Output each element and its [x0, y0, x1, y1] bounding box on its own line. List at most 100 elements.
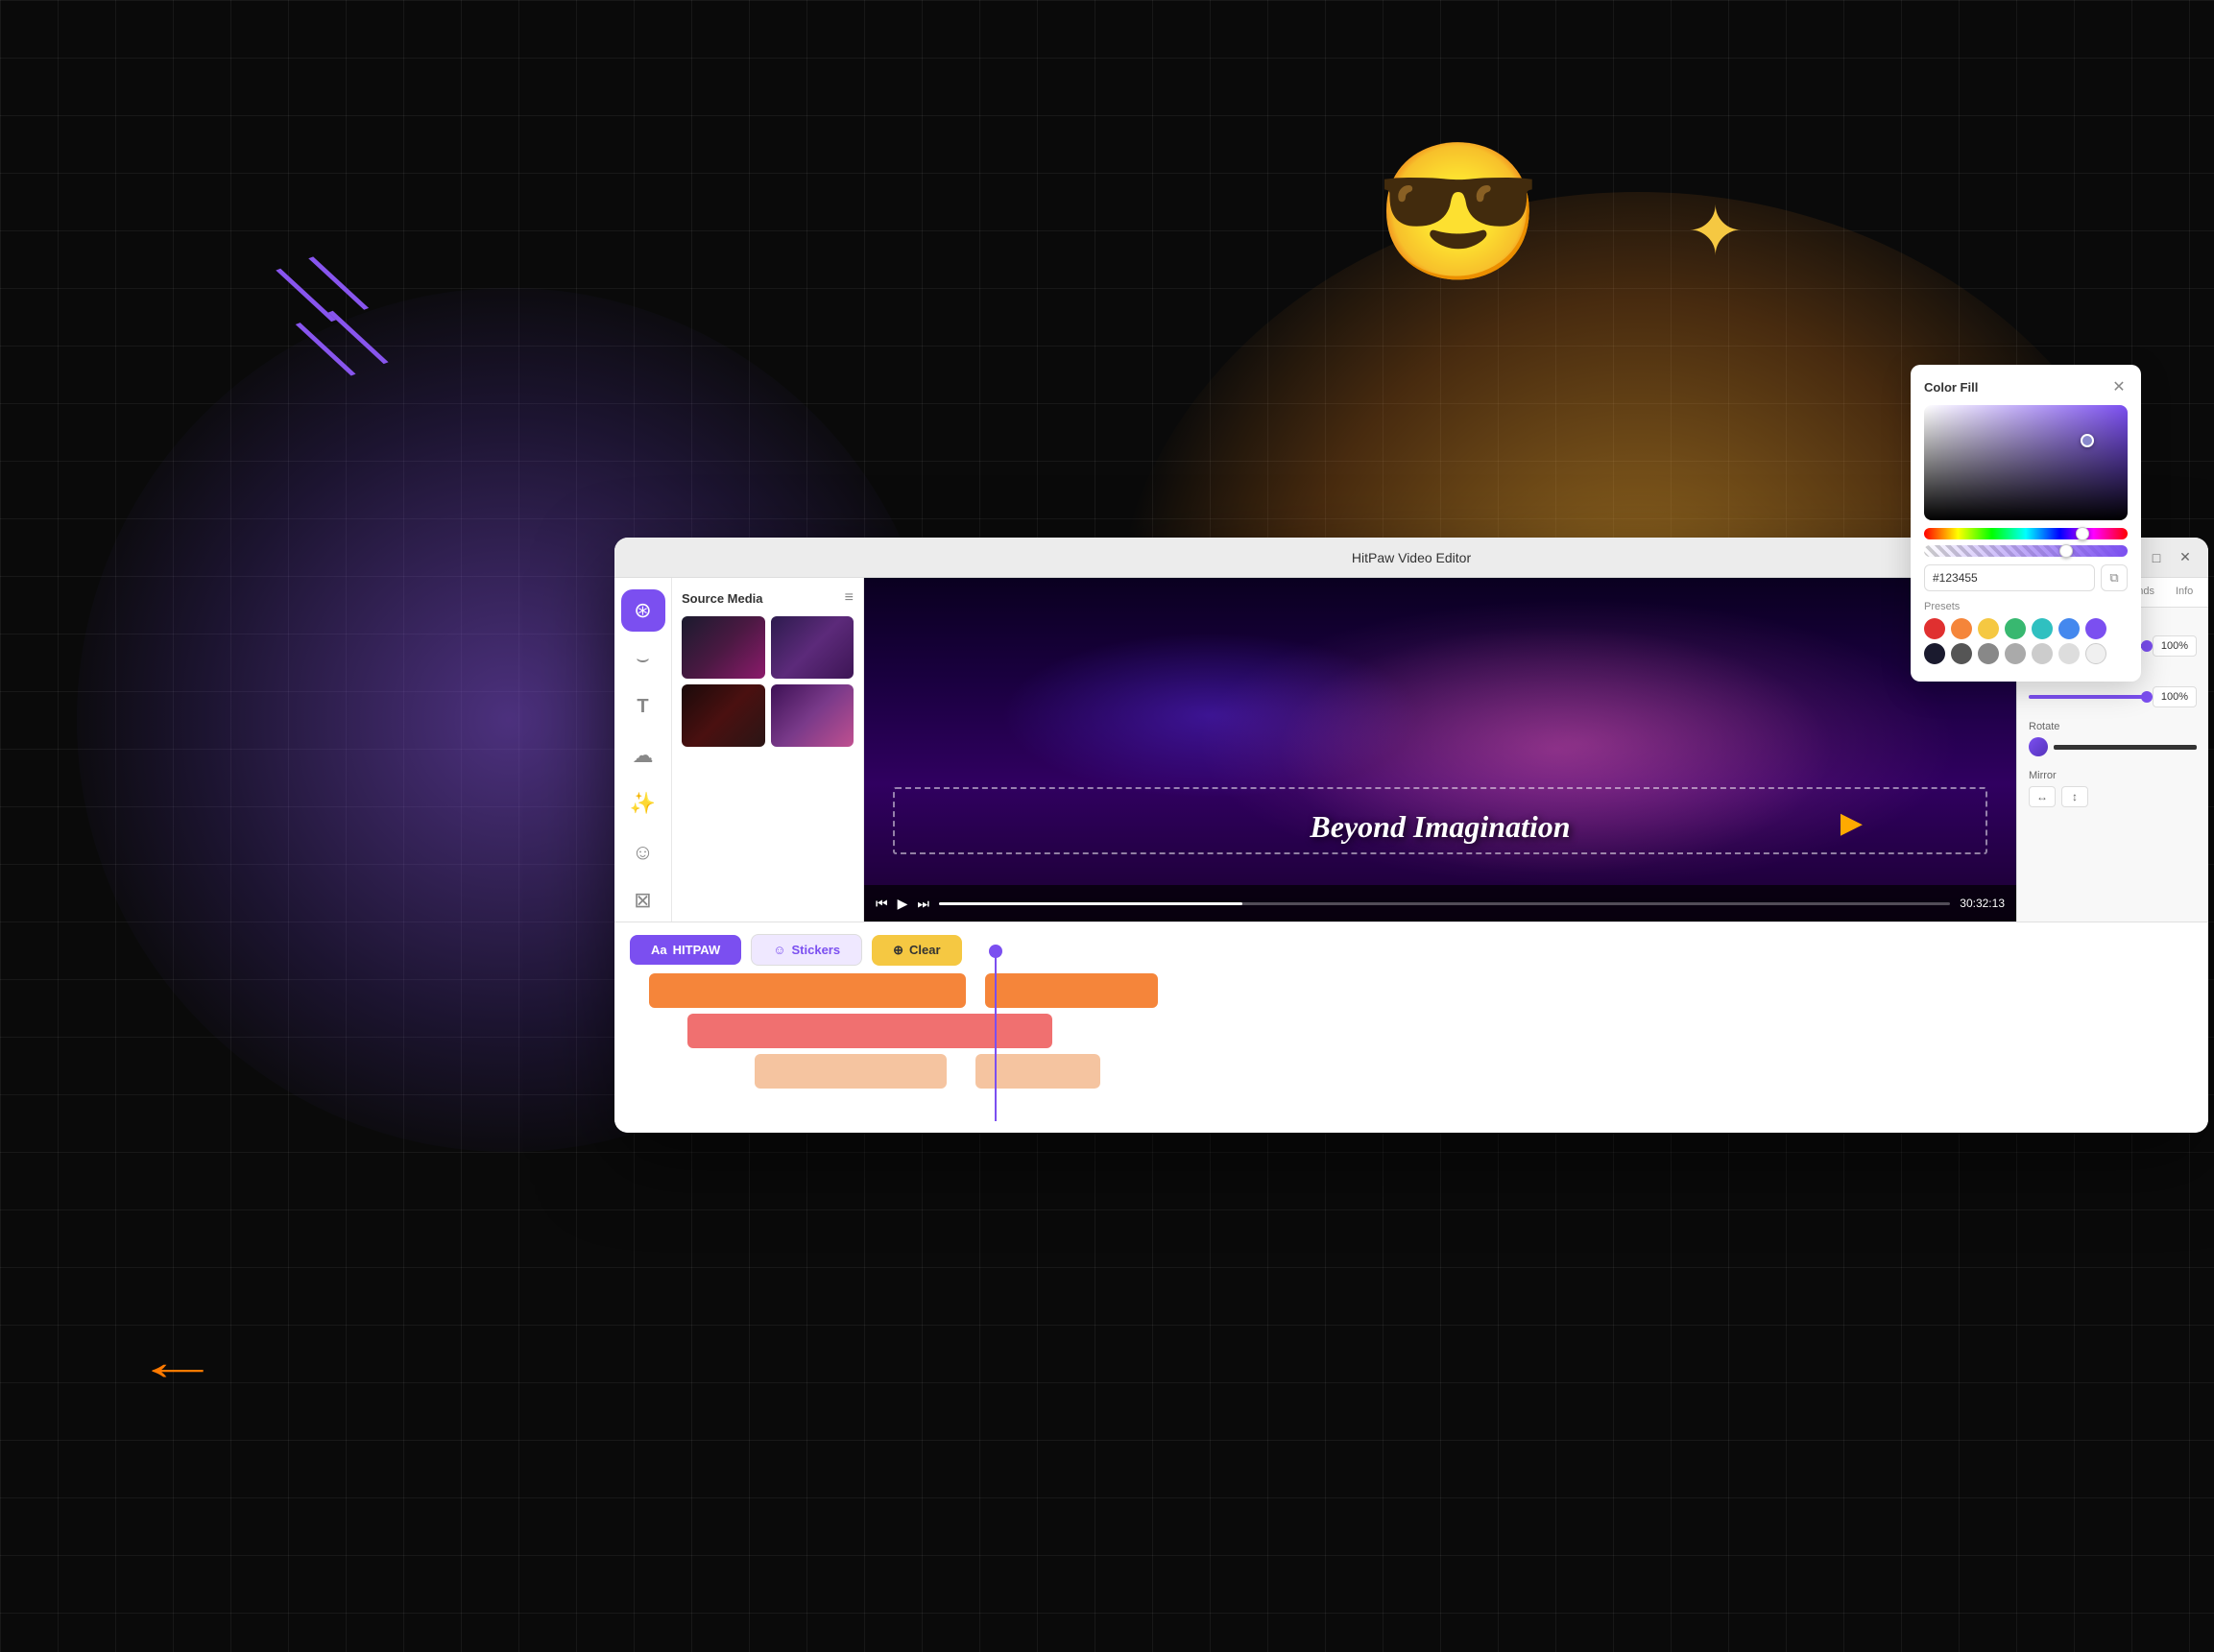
preset-purple[interactable]: [2085, 618, 2106, 639]
preset-gray1[interactable]: [1951, 643, 1972, 664]
star-deco: ✦: [1687, 192, 1744, 271]
source-media-panel: Source Media ≡: [672, 578, 864, 922]
clear-icon: ⊕: [893, 943, 903, 958]
preset-gray3[interactable]: [2005, 643, 2026, 664]
hex-input[interactable]: [1924, 564, 2095, 591]
timeline-text-button[interactable]: Aa HITPAW: [630, 935, 741, 965]
sidebar-item-emoji[interactable]: ☺: [621, 830, 665, 873]
hue-slider[interactable]: [1924, 528, 2128, 539]
emoji-icon: ☺: [632, 840, 653, 865]
transparency-slider[interactable]: [2029, 695, 2147, 699]
preset-gray2[interactable]: [1978, 643, 1999, 664]
hex-row: ⧉: [1924, 564, 2128, 591]
rotate-label: Rotate: [2029, 721, 2197, 732]
tl-clip-1b[interactable]: [985, 973, 1158, 1008]
sidebar-item-text[interactable]: T: [621, 686, 665, 729]
source-panel-title: Source Media: [682, 591, 763, 606]
media-thumb-1[interactable]: [682, 616, 765, 679]
source-media-grid: [682, 616, 854, 747]
rotate-row: [2029, 737, 2197, 756]
timeline-track-2: [630, 1014, 2193, 1048]
video-play-btn[interactable]: ▶: [898, 896, 908, 912]
maximize-button[interactable]: □: [2149, 550, 2164, 565]
sidebar-item-cloud[interactable]: ☁: [621, 734, 665, 777]
preset-gray4[interactable]: [2032, 643, 2053, 664]
timeline-area: Aa HITPAW ☺ Stickers ⊕ Clear: [614, 922, 2208, 1133]
preset-teal[interactable]: [2032, 618, 2053, 639]
cf-header: Color Fill ✕: [1924, 378, 2128, 395]
rotate-control[interactable]: [2029, 737, 2048, 756]
presets-row-2: [1924, 643, 2128, 664]
video-next-btn[interactable]: ⏭: [917, 896, 929, 912]
sidebar-item-curves[interactable]: ⌣: [621, 637, 665, 680]
playhead[interactable]: [995, 954, 997, 1121]
mirror-vertical-btn[interactable]: ↕: [2061, 786, 2088, 807]
timeline-track-3: [630, 1054, 2193, 1089]
text-icon: T: [637, 696, 648, 718]
preset-green[interactable]: [2005, 618, 2026, 639]
sidebar-item-effects[interactable]: ⊛: [621, 589, 665, 632]
source-panel-menu-icon[interactable]: ≡: [845, 589, 854, 607]
mirror-buttons: ↔ ↕: [2029, 786, 2197, 807]
playhead-head: [989, 945, 1002, 958]
hue-thumb[interactable]: [2076, 527, 2089, 540]
timeline-track-1: [630, 973, 2193, 1008]
video-prev-btn[interactable]: ⏮: [876, 896, 888, 912]
mirror-property: Mirror ↔ ↕: [2029, 770, 2197, 807]
preset-blue[interactable]: [2058, 618, 2080, 639]
media-thumb-4[interactable]: [771, 684, 854, 747]
video-subject-glow: [864, 578, 2016, 922]
video-preview: Beyond Imagination ▶ ⏮ ▶ ⏭ 30:32:13: [864, 578, 2016, 922]
transparency-slider-wrap: 100%: [2029, 686, 2197, 707]
transparency-thumb[interactable]: [2141, 691, 2153, 703]
hex-copy-button[interactable]: ⧉: [2101, 564, 2128, 591]
media-thumb-3[interactable]: [682, 684, 765, 747]
timeline-tracks: [630, 973, 2193, 1121]
timeline-text-label: HITPAW: [673, 943, 721, 957]
arrow-deco: ←: [134, 1333, 221, 1393]
transparency-fill: [2029, 695, 2147, 699]
tl-clip-1a[interactable]: [649, 973, 966, 1008]
preset-dark[interactable]: [1924, 643, 1945, 664]
tab-info[interactable]: Info: [2160, 578, 2208, 607]
video-text-overlay[interactable]: Beyond Imagination: [1310, 809, 1570, 845]
tl-clip-2[interactable]: [687, 1014, 1052, 1048]
mirror-horizontal-btn[interactable]: ↔: [2029, 786, 2056, 807]
curves-icon: ⌣: [636, 646, 649, 671]
sticker-icon: ☺: [773, 943, 785, 957]
close-button[interactable]: ✕: [2178, 550, 2193, 565]
video-progress-bar[interactable]: [939, 902, 1950, 905]
media-thumb-2[interactable]: [771, 616, 854, 679]
timeline-clear-button[interactable]: ⊕ Clear: [872, 935, 961, 966]
timeline-toolbar: Aa HITPAW ☺ Stickers ⊕ Clear: [630, 934, 2193, 966]
source-panel-header: Source Media ≡: [682, 589, 854, 607]
video-controls-bar: ⏮ ▶ ⏭ 30:32:13: [864, 885, 2016, 922]
cloud-icon: ☁: [633, 743, 654, 768]
zoom-thumb[interactable]: [2141, 640, 2153, 652]
tl-clip-3a[interactable]: [755, 1054, 947, 1089]
text-aa-icon: Aa: [651, 943, 667, 957]
cf-close-button[interactable]: ✕: [2110, 378, 2128, 395]
color-fill-popup: Color Fill ✕ ⧉ Presets: [1911, 365, 2141, 682]
preset-red[interactable]: [1924, 618, 1945, 639]
preset-yellow[interactable]: [1978, 618, 1999, 639]
transitions-icon: ⊠: [634, 888, 651, 913]
sidebar-item-magic[interactable]: ✨: [621, 782, 665, 825]
color-gradient-box[interactable]: [1924, 405, 2128, 520]
mirror-label: Mirror: [2029, 770, 2197, 781]
sidebar-item-transitions[interactable]: ⊠: [621, 879, 665, 922]
rotate-property: Rotate: [2029, 721, 2197, 756]
preset-white[interactable]: [2085, 643, 2106, 664]
presets-label: Presets: [1924, 601, 2128, 612]
color-picker-cursor[interactable]: [2081, 434, 2094, 447]
zoom-value[interactable]: 100%: [2153, 635, 2197, 657]
transparency-value[interactable]: 100%: [2153, 686, 2197, 707]
preset-gray5[interactable]: [2058, 643, 2080, 664]
alpha-thumb[interactable]: [2059, 544, 2073, 558]
alpha-slider[interactable]: [1924, 545, 2128, 557]
timeline-stickers-button[interactable]: ☺ Stickers: [751, 934, 862, 966]
sidebar: ⊛ ⌣ T ☁ ✨ ☺: [614, 578, 672, 922]
preset-orange[interactable]: [1951, 618, 1972, 639]
video-progress-fill: [939, 902, 1242, 905]
presets-row-1: [1924, 618, 2128, 639]
